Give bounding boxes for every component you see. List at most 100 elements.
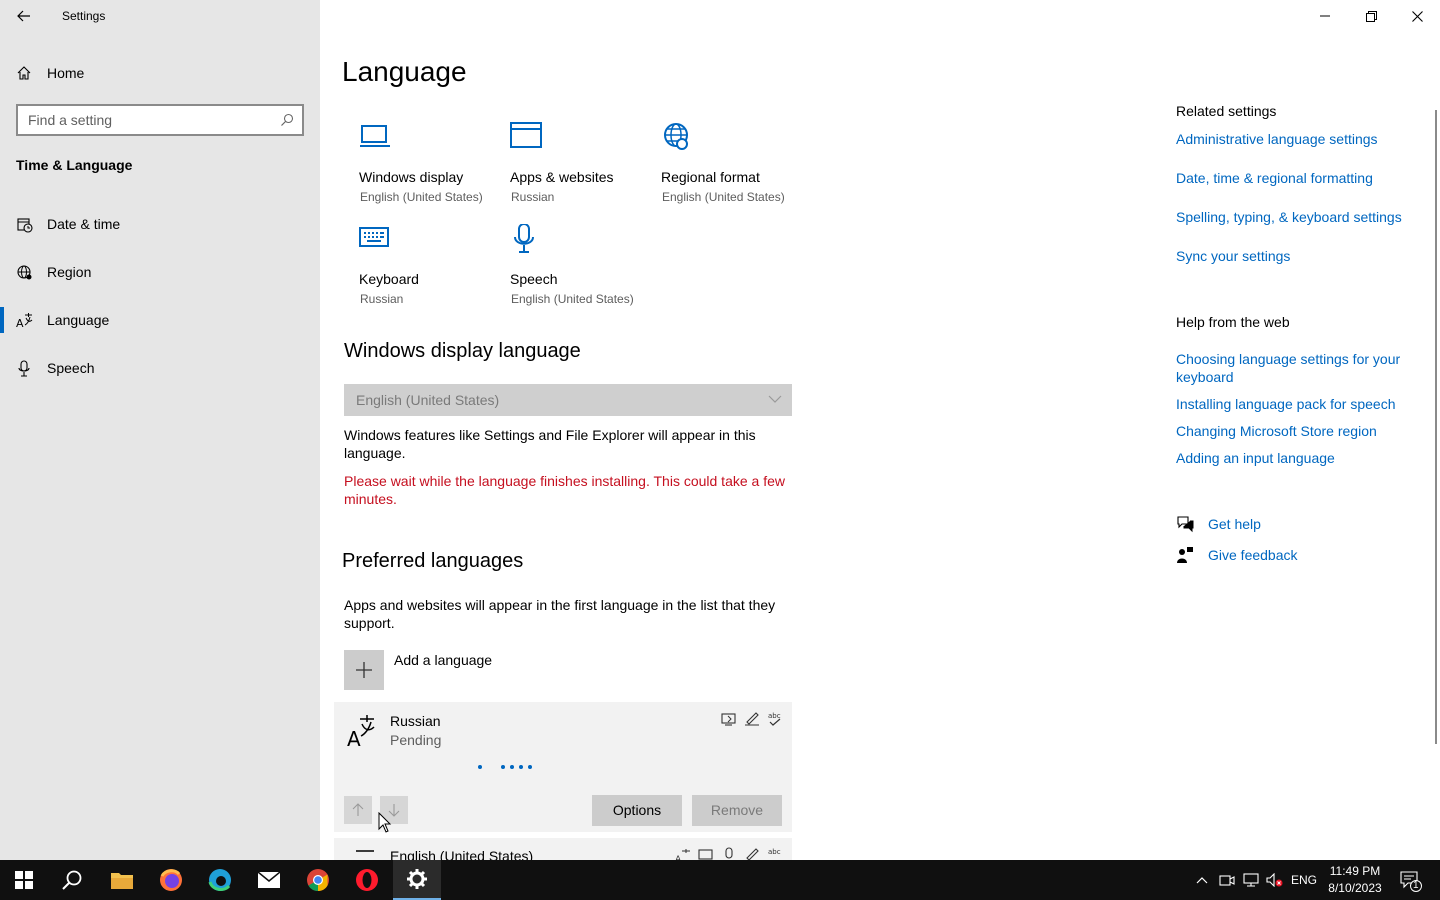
tile-windows-display[interactable]: Windows display English (United States) bbox=[359, 122, 509, 222]
taskbar-clock[interactable]: 11:49 PM 8/10/2023 bbox=[1322, 863, 1388, 897]
page-title: Language bbox=[342, 56, 467, 87]
tile-regional-format[interactable]: Regional format English (United States) bbox=[661, 122, 811, 222]
firefox-icon bbox=[160, 869, 182, 891]
help-link-speech-pack[interactable]: Installing language pack for speech bbox=[1176, 395, 1395, 413]
tile-value: English (United States) bbox=[511, 292, 634, 306]
add-language-label[interactable]: Add a language bbox=[394, 652, 492, 668]
tile-name: Apps & websites bbox=[510, 169, 614, 185]
active-indicator bbox=[0, 307, 4, 333]
help-link-keyboard-language[interactable]: Choosing language settings for your keyb… bbox=[1176, 350, 1416, 386]
remove-button[interactable]: Remove bbox=[692, 795, 782, 826]
firefox-button[interactable] bbox=[147, 860, 195, 900]
tile-apps-websites[interactable]: Apps & websites Russian bbox=[510, 122, 660, 222]
options-button[interactable]: Options bbox=[592, 795, 682, 826]
tile-name: Keyboard bbox=[359, 271, 419, 287]
language-status: Pending bbox=[390, 732, 442, 748]
meet-now-button[interactable] bbox=[1216, 860, 1238, 900]
language-feature-icon: A bbox=[675, 849, 690, 860]
add-language-button[interactable] bbox=[344, 650, 384, 690]
minimize-icon bbox=[1320, 15, 1330, 17]
home-label: Home bbox=[47, 65, 85, 81]
display-language-feature-icon bbox=[721, 713, 736, 726]
search-icon bbox=[62, 870, 82, 890]
microphone-feature-icon bbox=[725, 847, 733, 859]
help-link-store-region[interactable]: Changing Microsoft Store region bbox=[1176, 422, 1377, 440]
sidebar-item-label: Region bbox=[47, 264, 92, 280]
search-icon bbox=[281, 113, 294, 126]
restore-button[interactable] bbox=[1348, 0, 1394, 32]
svg-text:abc: abc bbox=[768, 848, 781, 856]
spelling-feature-icon: abc bbox=[768, 712, 781, 726]
mail-button[interactable] bbox=[245, 860, 293, 900]
tile-name: Speech bbox=[510, 271, 558, 287]
microphone-icon bbox=[18, 360, 30, 377]
sidebar-item-language[interactable]: A Language bbox=[0, 302, 320, 338]
start-button[interactable] bbox=[0, 860, 48, 900]
installing-progress-dots bbox=[478, 756, 537, 774]
file-explorer-button[interactable] bbox=[98, 860, 146, 900]
language-icon: A bbox=[16, 313, 33, 330]
tile-name: Windows display bbox=[359, 169, 464, 185]
opera-button[interactable] bbox=[343, 860, 391, 900]
language-item-english[interactable]: English (United States) A abc bbox=[334, 838, 792, 860]
taskbar-search-button[interactable] bbox=[48, 860, 96, 900]
window-icon bbox=[510, 122, 542, 148]
input-language-indicator[interactable]: ENG bbox=[1288, 860, 1320, 900]
sidebar-item-speech[interactable]: Speech bbox=[0, 350, 320, 386]
taskbar: ENG 11:49 PM 8/10/2023 1 bbox=[0, 860, 1440, 900]
tile-value: English (United States) bbox=[360, 190, 483, 204]
move-up-button[interactable] bbox=[344, 796, 372, 824]
section-title: Time & Language bbox=[16, 157, 133, 173]
tile-name: Regional format bbox=[661, 169, 760, 185]
related-link-spelling-typing[interactable]: Spelling, typing, & keyboard settings bbox=[1176, 208, 1402, 226]
related-settings-title: Related settings bbox=[1176, 103, 1277, 119]
volume-button[interactable] bbox=[1264, 860, 1286, 900]
start-icon bbox=[15, 871, 33, 889]
chrome-button[interactable] bbox=[294, 860, 342, 900]
sidebar-item-date-time[interactable]: Date & time bbox=[0, 206, 320, 242]
sidebar: Settings Home Time & Language Date & tim… bbox=[0, 0, 320, 860]
close-button[interactable] bbox=[1394, 0, 1440, 32]
dropdown-value: English (United States) bbox=[356, 392, 500, 408]
display-language-dropdown[interactable]: English (United States) bbox=[344, 384, 792, 416]
language-icon: A bbox=[347, 715, 375, 748]
network-button[interactable] bbox=[1240, 860, 1262, 900]
edge-button[interactable] bbox=[196, 860, 244, 900]
keyboard-icon bbox=[359, 227, 389, 247]
tile-speech[interactable]: Speech English (United States) bbox=[510, 224, 660, 324]
notifications-button[interactable]: 1 bbox=[1394, 860, 1426, 900]
related-link-sync-settings[interactable]: Sync your settings bbox=[1176, 247, 1290, 265]
close-icon bbox=[1411, 10, 1423, 22]
language-name: Russian bbox=[390, 713, 441, 729]
language-icon bbox=[356, 850, 374, 852]
display-language-heading: Windows display language bbox=[344, 340, 581, 362]
sidebar-item-label: Language bbox=[47, 312, 110, 328]
globe-settings-icon bbox=[664, 123, 688, 150]
give-feedback-label: Give feedback bbox=[1208, 547, 1298, 563]
settings-icon bbox=[407, 869, 427, 889]
svg-text:abc: abc bbox=[768, 712, 781, 720]
feedback-icon bbox=[1177, 547, 1193, 563]
minimize-button[interactable] bbox=[1302, 0, 1348, 32]
clock-date: 8/10/2023 bbox=[1328, 881, 1382, 895]
search-box[interactable] bbox=[16, 104, 304, 136]
chat-help-icon bbox=[1177, 516, 1194, 533]
monitor-icon bbox=[360, 125, 390, 147]
settings-taskbar-button[interactable] bbox=[393, 860, 441, 900]
tile-keyboard[interactable]: Keyboard Russian bbox=[359, 224, 509, 324]
clock-time: 11:49 PM bbox=[1329, 864, 1381, 878]
sidebar-item-label: Date & time bbox=[47, 216, 121, 232]
related-link-admin-language[interactable]: Administrative language settings bbox=[1176, 130, 1378, 148]
back-button[interactable] bbox=[12, 4, 36, 28]
show-hidden-icons-button[interactable] bbox=[1190, 860, 1214, 900]
tile-value: English (United States) bbox=[662, 190, 785, 204]
edge-icon bbox=[208, 869, 231, 891]
sidebar-item-region[interactable]: Region bbox=[0, 254, 320, 290]
related-link-date-time-format[interactable]: Date, time & regional formatting bbox=[1176, 169, 1373, 187]
scrollbar[interactable] bbox=[1435, 110, 1437, 744]
help-link-input-language[interactable]: Adding an input language bbox=[1176, 449, 1335, 467]
file-explorer-icon bbox=[111, 873, 133, 889]
language-item-russian[interactable]: A Russian Pending abc Options Remove bbox=[334, 702, 792, 832]
search-input[interactable] bbox=[18, 106, 268, 134]
sidebar-item-home[interactable]: Home bbox=[0, 57, 320, 89]
